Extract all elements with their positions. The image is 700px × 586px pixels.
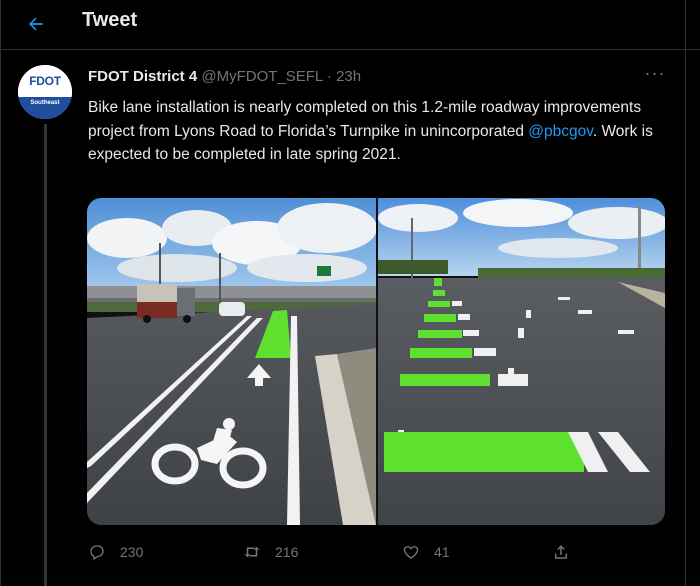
tweet-media[interactable] — [87, 198, 665, 525]
retweet-icon — [244, 546, 260, 558]
like-count: 41 — [434, 544, 450, 560]
thread-line — [44, 124, 47, 586]
avatar-sub-text: Southeast — [30, 100, 60, 106]
retweet-button[interactable]: 216 — [243, 540, 298, 564]
reply-count: 230 — [120, 544, 144, 560]
author-name[interactable]: FDOT District 4 — [88, 68, 197, 85]
more-options-button[interactable]: ··· — [640, 64, 670, 86]
share-button[interactable] — [552, 540, 584, 564]
column-border-left — [0, 0, 1, 586]
media-photo-right[interactable] — [378, 198, 665, 525]
retweet-count: 216 — [275, 544, 299, 560]
tweet-time[interactable]: 23h — [336, 68, 361, 85]
avatar[interactable]: FDOT Southeast — [18, 65, 72, 119]
mention-link[interactable]: @pbcgov — [528, 123, 593, 140]
page-title: Tweet — [82, 9, 138, 31]
avatar-logo-text: FDOT — [29, 74, 61, 88]
arrow-left-icon — [29, 17, 43, 31]
tweet-meta: FDOT District 4 @MyFDOT_SEFL · 23h — [88, 68, 361, 85]
heart-icon — [403, 546, 419, 559]
bike-lane-photo-left — [87, 198, 376, 525]
avatar-band: Southeast — [18, 97, 72, 119]
column-border-right — [685, 0, 686, 586]
avatar-logo: FDOT — [18, 65, 72, 97]
tweet-text: Bike lane installation is nearly complet… — [88, 96, 668, 167]
reply-button[interactable]: 230 — [88, 540, 143, 564]
bike-lane-photo-right — [378, 198, 665, 525]
tweet-actions: 230 216 41 — [88, 540, 588, 564]
media-photo-left[interactable] — [87, 198, 376, 525]
like-button[interactable]: 41 — [402, 540, 450, 564]
reply-icon — [90, 545, 104, 560]
share-icon — [555, 545, 567, 559]
meta-separator: · — [322, 68, 337, 85]
back-button[interactable] — [22, 10, 50, 38]
author-handle[interactable]: @MyFDOT_SEFL — [201, 68, 322, 85]
page-header: Tweet — [0, 0, 700, 50]
